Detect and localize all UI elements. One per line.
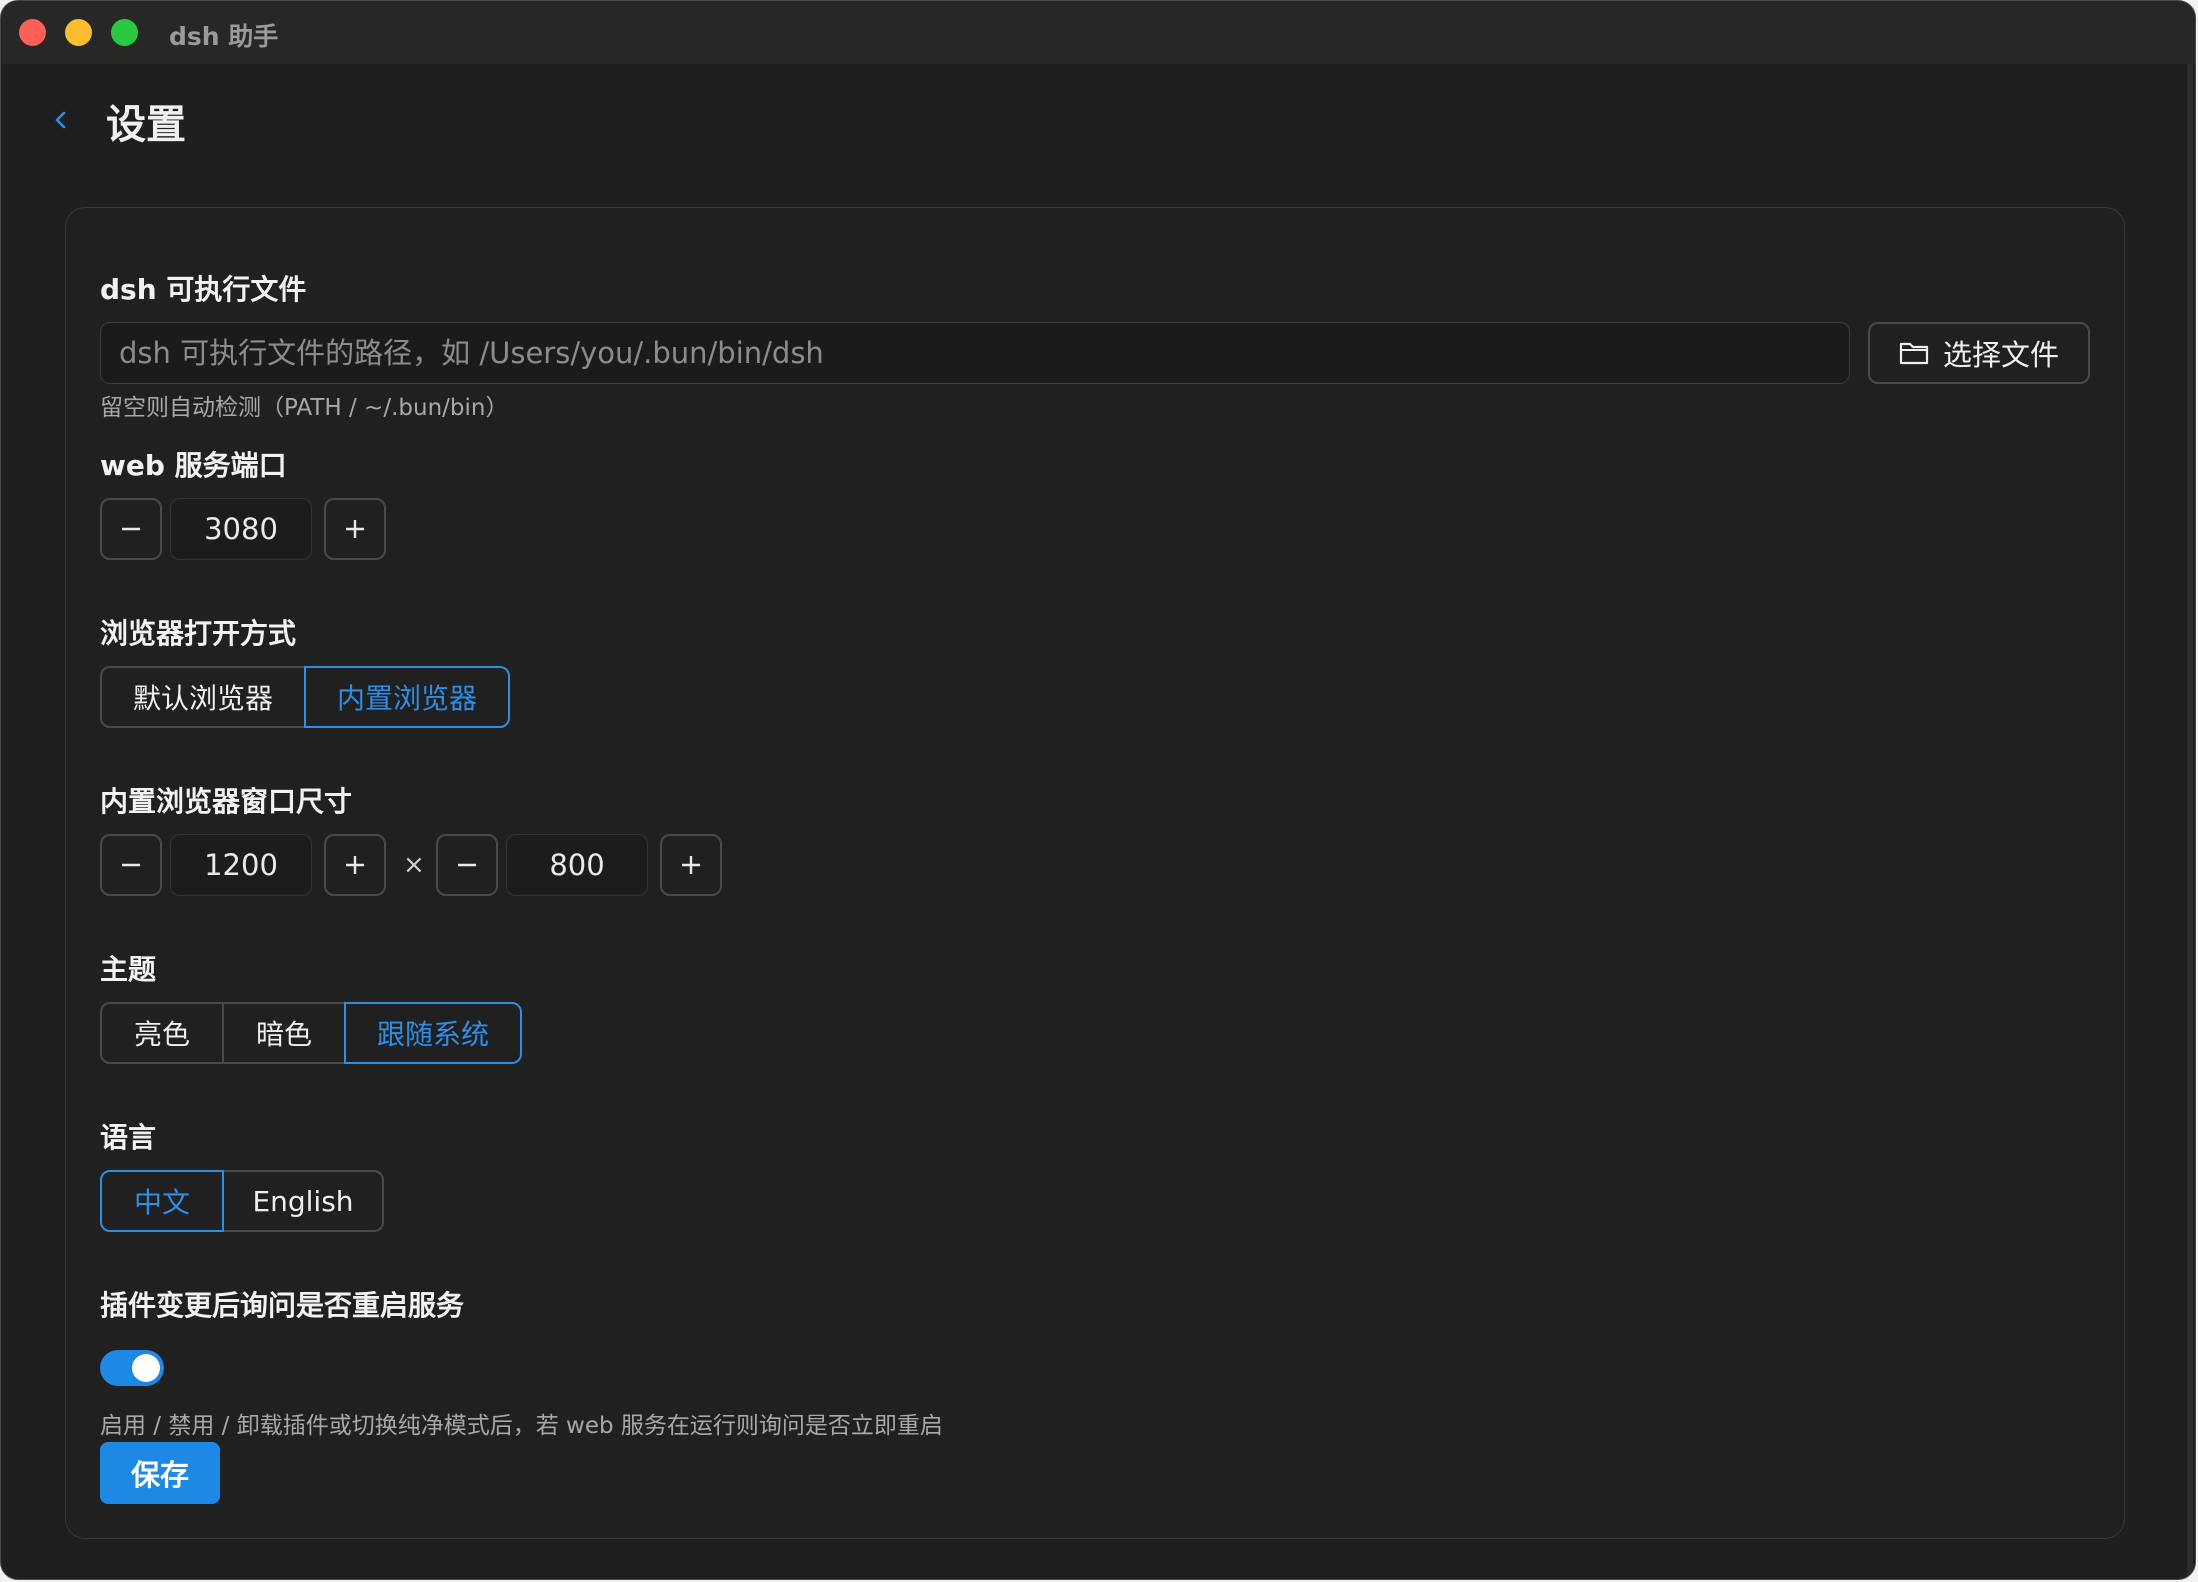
plus-icon xyxy=(346,520,364,538)
restart-prompt-label: 插件变更后询问是否重启服务 xyxy=(100,1289,465,1322)
browser-mode-segmented: 默认浏览器 内置浏览器 xyxy=(100,666,510,728)
minus-icon xyxy=(122,527,140,531)
port-value[interactable]: 3080 xyxy=(170,498,312,560)
minimize-window-button[interactable] xyxy=(65,19,92,46)
save-button[interactable]: 保存 xyxy=(100,1442,220,1504)
folder-icon xyxy=(1899,342,1929,365)
browser-mode-builtin[interactable]: 内置浏览器 xyxy=(304,666,510,728)
chevron-left-icon xyxy=(55,111,66,129)
back-button[interactable] xyxy=(51,100,81,140)
browser-mode-label: 浏览器打开方式 xyxy=(100,617,297,650)
choose-file-button[interactable]: 选择文件 xyxy=(1868,322,2090,384)
width-decrement-button[interactable] xyxy=(100,834,162,896)
theme-dark[interactable]: 暗色 xyxy=(222,1002,346,1064)
height-decrement-button[interactable] xyxy=(436,834,498,896)
app-window: dsh 助手 设置 dsh 可执行文件 选择文件 留空则自动检测（PATH / … xyxy=(0,0,2196,1580)
choose-file-label: 选择文件 xyxy=(1942,338,2059,372)
page-title: 设置 xyxy=(106,102,186,148)
port-increment-button[interactable] xyxy=(324,498,386,560)
plus-icon xyxy=(346,856,364,874)
language-label: 语言 xyxy=(100,1121,157,1154)
close-window-button[interactable] xyxy=(19,19,46,46)
port-decrement-button[interactable] xyxy=(100,498,162,560)
height-value[interactable]: 800 xyxy=(506,834,648,896)
window-size-label: 内置浏览器窗口尺寸 xyxy=(100,785,353,818)
executable-label: dsh 可执行文件 xyxy=(100,273,307,306)
restart-prompt-hint: 启用 / 禁用 / 卸载插件或切换纯净模式后，若 web 服务在运行则询问是否立… xyxy=(100,1413,943,1439)
port-label: web 服务端口 xyxy=(100,449,287,482)
restart-prompt-toggle[interactable] xyxy=(100,1350,164,1386)
executable-path-input[interactable] xyxy=(100,322,1850,384)
plus-icon xyxy=(682,856,700,874)
browser-mode-default[interactable]: 默认浏览器 xyxy=(100,666,306,728)
width-increment-button[interactable] xyxy=(324,834,386,896)
minus-icon xyxy=(458,863,476,867)
settings-card: dsh 可执行文件 选择文件 留空则自动检测（PATH / ~/.bun/bin… xyxy=(65,207,2125,1539)
executable-hint: 留空则自动检测（PATH / ~/.bun/bin） xyxy=(100,395,509,421)
toggle-knob xyxy=(132,1354,160,1382)
width-value[interactable]: 1200 xyxy=(170,834,312,896)
scrollbar[interactable] xyxy=(2187,64,2193,1579)
theme-label: 主题 xyxy=(100,953,157,986)
window-title: dsh 助手 xyxy=(169,22,279,51)
language-chinese[interactable]: 中文 xyxy=(100,1170,224,1232)
height-increment-button[interactable] xyxy=(660,834,722,896)
theme-light[interactable]: 亮色 xyxy=(100,1002,224,1064)
theme-segmented: 亮色 暗色 跟随系统 xyxy=(100,1002,522,1064)
maximize-window-button[interactable] xyxy=(111,19,138,46)
language-segmented: 中文 English xyxy=(100,1170,384,1232)
page-header: 设置 xyxy=(1,64,2195,174)
size-separator: × xyxy=(403,850,425,880)
language-english[interactable]: English xyxy=(222,1170,384,1232)
minus-icon xyxy=(122,863,140,867)
title-bar: dsh 助手 xyxy=(1,1,2195,64)
theme-system[interactable]: 跟随系统 xyxy=(344,1002,522,1064)
